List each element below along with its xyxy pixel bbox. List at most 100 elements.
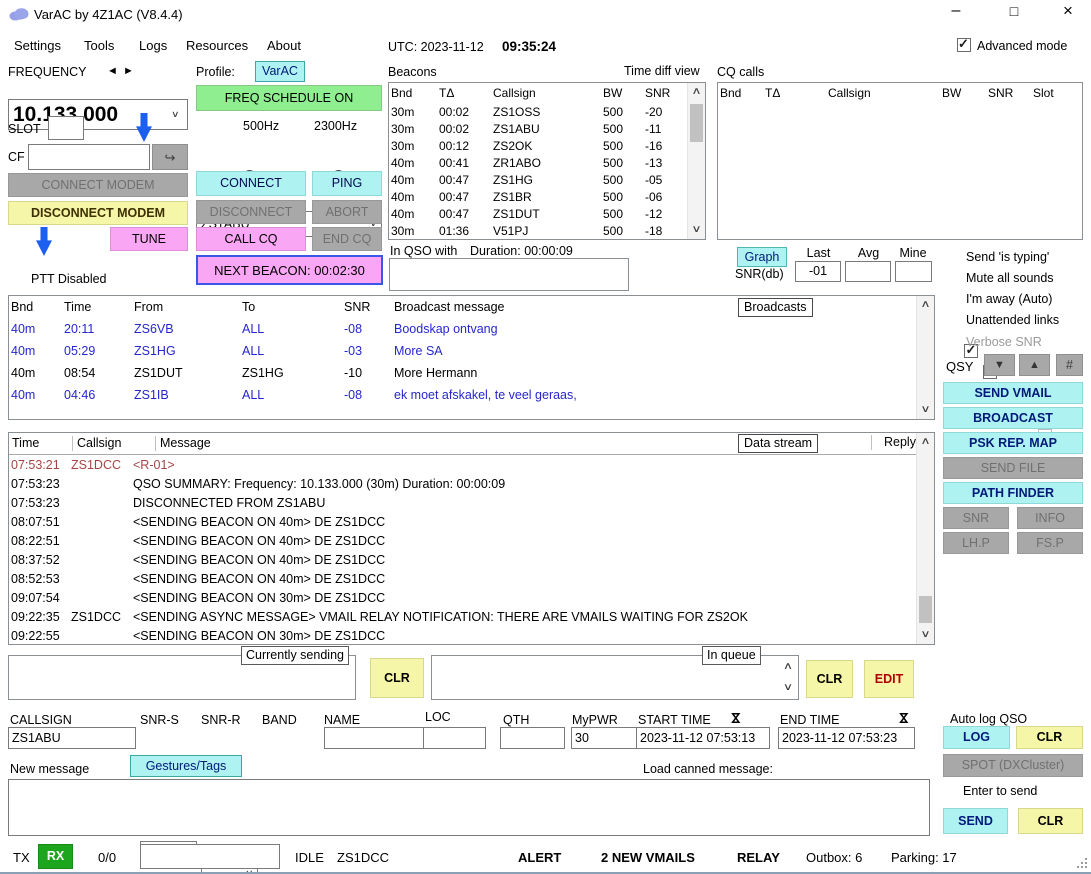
queue-edit-button[interactable]: EDIT	[864, 660, 914, 698]
scrollbar-thumb[interactable]	[690, 104, 703, 142]
menu-item-tools[interactable]: Tools	[84, 38, 114, 53]
cf-apply-button[interactable]: ↪	[152, 144, 188, 170]
scroll-up-icon[interactable]: ∧	[685, 85, 709, 99]
qth-field[interactable]	[500, 727, 565, 749]
table-row[interactable]: 07:53:23QSO SUMMARY: Frequency: 10.133.0…	[9, 474, 917, 493]
send-file-button[interactable]: SEND FILE	[943, 457, 1083, 479]
cf-input[interactable]	[28, 144, 150, 170]
cq-col-tdelta[interactable]: TΔ	[763, 83, 826, 103]
beacons-col-callsign[interactable]: Callsign	[491, 83, 601, 103]
table-row[interactable]: 09:22:35ZS1DCC<SENDING ASYNC MESSAGE> VM…	[9, 607, 917, 626]
currently-sending-clr-button[interactable]: CLR	[370, 658, 424, 698]
scroll-down-icon[interactable]: ∨	[914, 403, 938, 417]
table-row[interactable]: 30m01:36V51PJ500-18	[389, 222, 688, 239]
log-clr-button[interactable]: CLR	[1016, 726, 1083, 749]
scroll-down-icon[interactable]: ∨	[914, 628, 938, 642]
table-row[interactable]: 40m08:54ZS1DUTZS1HG-10More Hermann	[9, 362, 917, 384]
maximize-button[interactable]: □	[996, 3, 1032, 25]
bc-col-from[interactable]: From	[132, 296, 240, 318]
cq-col-bw[interactable]: BW	[940, 83, 986, 103]
beacons-col-tdelta[interactable]: TΔ	[437, 83, 491, 103]
close-button[interactable]: ×	[1050, 1, 1086, 23]
broadcasts-scrollbar[interactable]: ∧ ∨	[916, 296, 934, 419]
table-row[interactable]: 40m20:11ZS6VBALL-08Boodskap ontvang	[9, 318, 917, 340]
table-row[interactable]: 40m04:46ZS1IBALL-08ek moet afskakel, te …	[9, 384, 917, 406]
cq-col-bnd[interactable]: Bnd	[718, 83, 763, 103]
table-row[interactable]: 08:07:51<SENDING BEACON ON 40m> DE ZS1DC…	[9, 512, 917, 531]
menu-item-resources[interactable]: Resources	[186, 38, 248, 53]
callsign-field[interactable]	[8, 727, 136, 749]
menu-item-settings[interactable]: Settings	[14, 38, 61, 53]
alert-indicator[interactable]: ALERT	[518, 850, 561, 865]
qsy-up-button[interactable]: ▲	[1019, 354, 1050, 376]
psk-reporter-map-button[interactable]: PSK REP. MAP	[943, 432, 1083, 454]
queue-scroll-down-icon[interactable]: ∨	[778, 681, 798, 695]
cq-col-callsign[interactable]: Callsign	[826, 83, 940, 103]
log-col-callsign[interactable]: Callsign	[73, 436, 156, 451]
info-button[interactable]: INFO	[1017, 507, 1083, 529]
call-cq-button[interactable]: CALL CQ	[196, 227, 306, 251]
table-row[interactable]: 07:53:21ZS1DCC<R-01>	[9, 455, 917, 474]
advanced-mode-checkbox[interactable]	[957, 38, 971, 52]
currently-sending-box[interactable]: Currently sending	[8, 655, 356, 700]
bc-col-bnd[interactable]: Bnd	[9, 296, 62, 318]
new-vmails-indicator[interactable]: 2 NEW VMAILS	[601, 850, 695, 865]
beacons-col-snr[interactable]: SNR	[643, 83, 688, 103]
spot-dxcluster-button[interactable]: SPOT (DXCluster)	[943, 754, 1083, 777]
log-scrollbar[interactable]: ∧ ∨	[916, 433, 934, 644]
end-cq-button[interactable]: END CQ	[312, 227, 382, 251]
status-input[interactable]	[140, 844, 280, 869]
table-row[interactable]: 09:22:55<SENDING BEACON ON 30m> DE ZS1DC…	[9, 626, 917, 645]
minimize-button[interactable]: –	[938, 2, 974, 24]
beacons-scrollbar[interactable]: ∧ ∨	[687, 83, 705, 239]
menu-item-about[interactable]: About	[267, 38, 301, 53]
gestures-tags-button[interactable]: Gestures/Tags	[130, 755, 242, 777]
table-row[interactable]: 08:37:52<SENDING BEACON ON 40m> DE ZS1DC…	[9, 550, 917, 569]
bc-col-message[interactable]: Broadcast message	[392, 296, 917, 318]
send-clr-button[interactable]: CLR	[1018, 808, 1083, 834]
menu-item-logs[interactable]: Logs	[139, 38, 167, 53]
cq-col-snr[interactable]: SNR	[986, 83, 1031, 103]
scrollbar-thumb[interactable]	[919, 596, 932, 623]
queue-scroll-up-icon[interactable]: ∧	[778, 660, 798, 674]
frequency-next-icon[interactable]: ►	[123, 65, 134, 77]
resize-grip[interactable]	[1085, 866, 1087, 868]
table-row[interactable]: 09:07:54<SENDING BEACON ON 30m> DE ZS1DC…	[9, 588, 917, 607]
table-row[interactable]: 40m00:47ZS1HG500-05	[389, 171, 688, 188]
qsy-down-button[interactable]: ▼	[984, 354, 1015, 376]
connect-modem-button[interactable]: CONNECT MODEM	[8, 173, 188, 197]
ping-button[interactable]: PING	[312, 171, 382, 196]
cq-col-slot[interactable]: Slot	[1031, 83, 1082, 103]
broadcasts-badge[interactable]: Broadcasts	[738, 298, 813, 317]
lhp-button[interactable]: LH.P	[943, 532, 1009, 554]
slot-input[interactable]	[48, 116, 84, 140]
end-time-field[interactable]	[778, 727, 915, 749]
send-button[interactable]: SEND	[943, 808, 1008, 834]
path-finder-button[interactable]: PATH FINDER	[943, 482, 1083, 504]
disconnect-modem-button[interactable]: DISCONNECT MODEM	[8, 201, 188, 225]
disconnect-button[interactable]: DISCONNECT	[196, 200, 306, 224]
table-row[interactable]: 07:53:23DISCONNECTED FROM ZS1ABU	[9, 493, 917, 512]
loc-field[interactable]	[423, 727, 486, 749]
start-time-field[interactable]	[636, 727, 770, 749]
data-stream-badge[interactable]: Data stream	[738, 434, 818, 453]
log-button[interactable]: LOG	[943, 726, 1010, 749]
relay-indicator[interactable]: RELAY	[737, 850, 780, 865]
table-row[interactable]: 08:22:51<SENDING BEACON ON 40m> DE ZS1DC…	[9, 531, 917, 550]
bc-col-snr[interactable]: SNR	[342, 296, 392, 318]
qsy-slot-button[interactable]: #	[1056, 354, 1083, 376]
table-row[interactable]: 08:52:53<SENDING BEACON ON 40m> DE ZS1DC…	[9, 569, 917, 588]
in-queue-box[interactable]: In queue ∧ ∨	[431, 655, 799, 700]
next-beacon-button[interactable]: NEXT BEACON: 00:02:30	[196, 255, 383, 285]
bc-col-time[interactable]: Time	[62, 296, 132, 318]
broadcast-button[interactable]: BROADCAST	[943, 407, 1083, 429]
new-message-input[interactable]	[8, 779, 930, 836]
abort-button[interactable]: ABORT	[312, 200, 382, 224]
beacons-col-bw[interactable]: BW	[601, 83, 643, 103]
table-row[interactable]: 40m00:47ZS1DUT500-12	[389, 205, 688, 222]
freq-schedule-button[interactable]: FREQ SCHEDULE ON	[196, 85, 382, 111]
snr-button[interactable]: SNR	[943, 507, 1009, 529]
bc-col-to[interactable]: To	[240, 296, 342, 318]
table-row[interactable]: 40m00:41ZR1ABO500-13	[389, 154, 688, 171]
table-row[interactable]: 30m00:02ZS1OSS500-20	[389, 103, 688, 120]
